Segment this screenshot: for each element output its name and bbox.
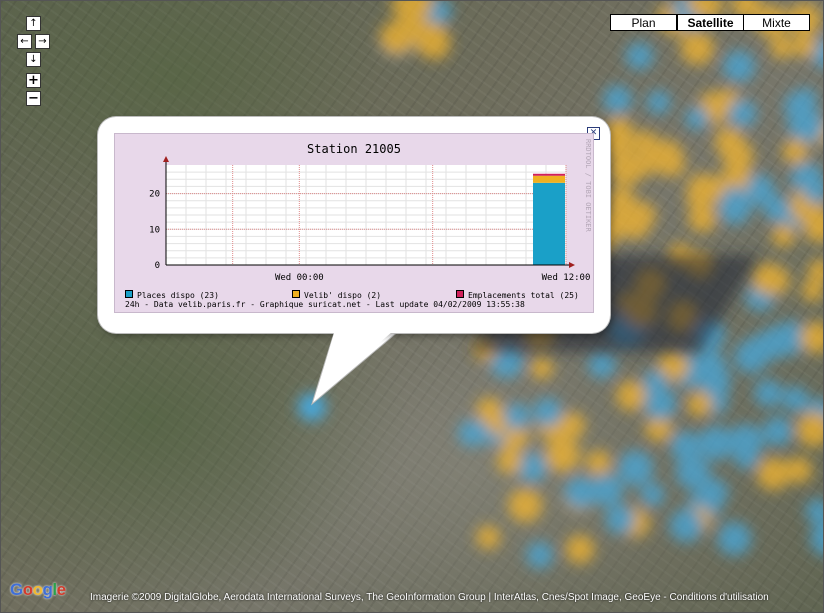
legend-swatch <box>125 290 133 298</box>
google-logo[interactable]: Google <box>10 580 66 600</box>
legend-item-places: Places dispo (23) <box>125 290 219 300</box>
x-tick-label: Wed 12:00 <box>542 273 591 283</box>
x-axis-arrow <box>569 262 575 268</box>
bar-places-dispo <box>533 182 565 265</box>
google-logo-letter: G <box>10 580 23 599</box>
y-tick-label: 10 <box>149 225 160 235</box>
google-logo-letter: o <box>22 580 33 599</box>
station-chart: Station 21005 RRDTOOL / TOBI OETIKER Wed… <box>114 133 594 313</box>
map-copyright: Imagerie ©2009 DigitalGlobe, Aerodata In… <box>90 592 769 603</box>
legend-item-emplacements: Emplacements total (25) <box>456 290 579 300</box>
y-axis-arrow <box>163 156 169 162</box>
chart-footer: 24h - Data velib.paris.fr - Graphique su… <box>125 300 525 309</box>
legend-label: Places dispo (23) <box>137 291 219 300</box>
grid <box>166 165 567 265</box>
legend-label: Emplacements total (25) <box>468 291 579 300</box>
satellite-map[interactable]: ↑ ← → ↓ + − Plan Satellite Mixte ✕ Stati… <box>0 0 824 613</box>
google-logo-letter: o <box>32 580 43 599</box>
legend-item-velib: Velib' dispo (2) <box>292 290 381 300</box>
google-logo-letter: e <box>56 580 66 599</box>
y-tick-label: 20 <box>149 190 160 200</box>
bar-velib-dispo <box>533 175 565 183</box>
chart-plot: Wed 00:00 Wed 12:00 0 10 20 <box>149 156 591 283</box>
x-tick-label: Wed 00:00 <box>275 273 324 283</box>
google-logo-letter: g <box>42 580 53 599</box>
legend-swatch <box>456 290 464 298</box>
legend-label: Velib' dispo (2) <box>304 291 382 300</box>
legend-swatch <box>292 290 300 298</box>
y-tick-label: 0 <box>155 261 160 271</box>
